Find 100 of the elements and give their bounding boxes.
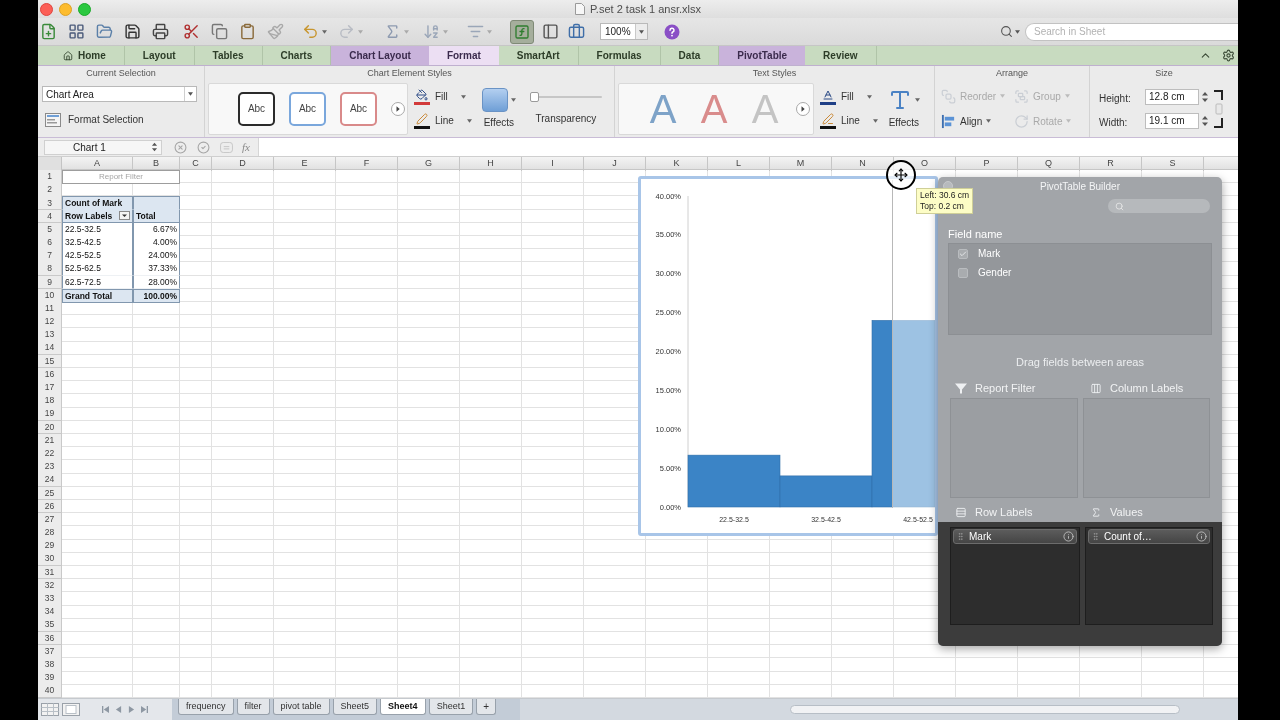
ribbon-tab[interactable]: Tables [194,46,263,65]
field-checkbox[interactable] [958,248,968,259]
sheet-tab[interactable]: Sheet1 [428,699,474,715]
name-box[interactable]: Chart 1 [44,139,162,155]
field-search[interactable] [1108,199,1210,213]
row-header[interactable]: 24 [38,473,62,488]
text-line-button[interactable]: Line [820,112,878,129]
text-effects-button[interactable]: Effects [887,87,920,130]
effects-button[interactable]: Effects [481,87,516,130]
equals-icon[interactable] [220,141,233,153]
row-header[interactable]: 19 [38,407,62,422]
row-header[interactable]: 34 [38,605,62,619]
slider-thumb[interactable] [529,91,539,102]
row-header[interactable]: 17 [38,381,62,395]
row-header[interactable]: 33 [38,592,62,606]
ribbon-tab[interactable]: SmartArt [498,46,579,65]
row-header[interactable]: 30 [38,552,62,567]
cancel-icon[interactable] [174,140,187,154]
settings-icon[interactable] [1222,49,1235,62]
row-header[interactable]: 14 [38,341,62,356]
scrollbar-thumb[interactable] [790,705,1180,714]
first-sheet-icon[interactable] [102,706,109,713]
paintbrush-icon[interactable] [267,23,284,40]
ribbon-tab[interactable]: Chart Layout [331,46,429,65]
copy-icon[interactable] [211,23,228,40]
new-document-icon[interactable] [40,23,57,40]
zoom-field[interactable]: 100% [600,23,648,40]
briefcase-icon[interactable] [568,23,585,40]
field-pill[interactable]: Mark [953,529,1077,544]
ribbon-tab[interactable]: Layout [124,46,195,65]
row-header[interactable]: 40 [38,684,62,698]
info-icon[interactable] [1063,531,1074,542]
zoom-window-icon[interactable] [78,2,91,16]
fill-button[interactable]: Fill [414,88,472,105]
shape-style-button[interactable]: Abc [340,91,377,126]
row-header[interactable]: 3 [38,196,62,211]
row-header[interactable]: 28 [38,526,62,540]
help-icon[interactable] [663,23,680,40]
row-header[interactable]: 8 [38,262,62,277]
page-layout-view-icon[interactable] [62,703,80,716]
transparency-slider[interactable] [529,91,602,102]
field-pill[interactable]: Count of… [1088,529,1210,544]
function-icon[interactable] [510,19,534,44]
text-fill-button[interactable]: Fill [820,88,878,105]
row-header[interactable]: 13 [38,328,62,342]
ribbon-tab[interactable]: Formulas [578,46,661,65]
info-icon[interactable] [1196,531,1207,542]
ribbon-tab[interactable]: Review [805,46,877,65]
size-field[interactable]: 19.1 cm [1145,112,1199,129]
size-field[interactable]: 12.8 cm [1145,88,1199,105]
row-header[interactable]: 1 [38,170,62,184]
redo-icon[interactable] [338,23,355,40]
format-selection-button[interactable]: Format Selection [42,112,144,127]
gallery-more-icon[interactable] [796,101,810,116]
filter-icon[interactable] [467,23,484,40]
row-header[interactable]: 12 [38,315,62,329]
last-sheet-icon[interactable] [141,706,148,713]
aspect-ratio-lock-icon[interactable] [1213,88,1223,129]
grid-icon[interactable] [68,23,85,40]
cut-icon[interactable] [183,23,200,40]
next-sheet-icon[interactable] [128,706,135,713]
row-header[interactable]: 7 [38,249,62,263]
gallery-more-icon[interactable] [391,101,405,116]
enter-icon[interactable] [197,140,210,154]
print-icon[interactable] [152,23,169,40]
row-header[interactable]: 29 [38,539,62,553]
row-header[interactable]: 18 [38,394,62,408]
row-header[interactable]: 39 [38,671,62,685]
selection-dropdown[interactable]: Chart Area [42,86,197,102]
row-header[interactable]: 35 [38,618,62,633]
ribbon-tab[interactable]: Home [45,46,125,65]
normal-view-icon[interactable] [41,703,59,716]
ribbon-tab[interactable]: Format [428,46,499,65]
close-window-icon[interactable] [40,2,53,16]
sheet-tab[interactable]: frequency [178,699,234,715]
sheet-tab[interactable]: filter [236,699,270,715]
previous-sheet-icon[interactable] [115,706,122,713]
row-header[interactable]: 2 [38,183,62,197]
filter-dropdown-icon[interactable] [119,211,130,221]
ribbon-tab[interactable]: PivotTable [719,46,806,65]
sort-icon[interactable] [423,23,440,40]
horizontal-scrollbar[interactable] [520,699,1238,720]
stepper-icon[interactable] [151,141,158,153]
save-icon[interactable] [124,23,141,40]
select-all-button[interactable] [38,157,62,171]
search-field[interactable]: Search in Sheet [1025,22,1238,41]
minimize-window-icon[interactable] [59,2,72,16]
field-checkbox[interactable] [958,267,968,278]
line-button[interactable]: Line [414,112,472,129]
shape-style-button[interactable]: Abc [289,91,326,126]
sheet-tab[interactable]: Sheet4 [380,699,426,715]
add-sheet-button[interactable]: + [476,699,496,715]
undo-icon[interactable] [302,23,319,40]
sheet-tab[interactable]: pivot table [272,699,330,715]
shape-style-button[interactable]: Abc [238,91,275,126]
sheet-tab[interactable]: Sheet5 [332,699,378,715]
sidebar-icon[interactable] [542,23,559,40]
row-header[interactable]: 23 [38,460,62,474]
formula-input[interactable] [257,138,1238,156]
paste-icon[interactable] [239,23,256,40]
